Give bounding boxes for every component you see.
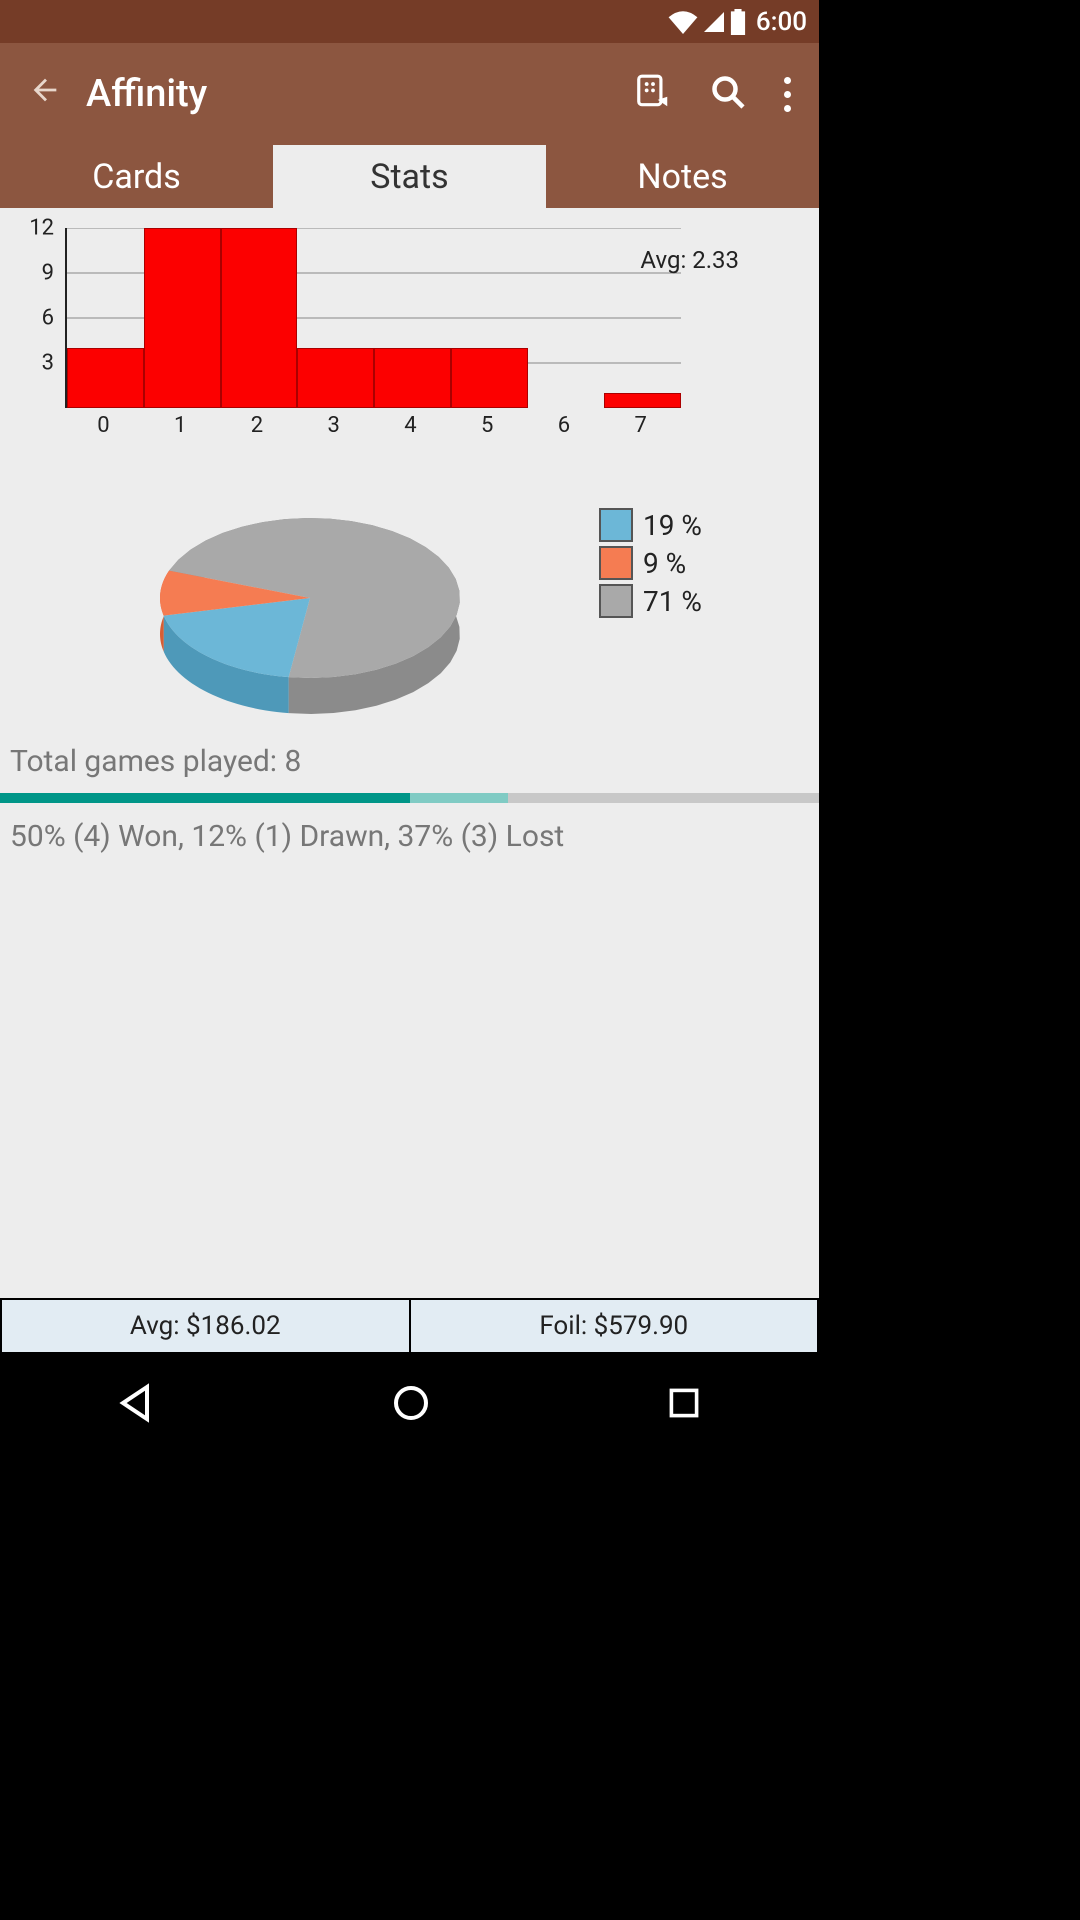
- nav-home-icon[interactable]: [391, 1383, 431, 1427]
- x-tick: 7: [602, 413, 679, 438]
- x-tick: 4: [372, 413, 449, 438]
- y-tick: 3: [42, 351, 54, 376]
- price-row: Avg: $186.02 Foil: $579.90: [0, 1298, 819, 1354]
- nav-back-icon[interactable]: [117, 1383, 157, 1427]
- bar: [297, 348, 374, 408]
- legend-label: 71 %: [643, 585, 702, 618]
- bar-chart-annotation: Avg: 2.33: [640, 246, 739, 274]
- bar: [67, 348, 144, 408]
- legend-label: 19 %: [643, 509, 702, 542]
- legend-swatch: [599, 584, 633, 618]
- x-tick: 1: [142, 413, 219, 438]
- legend-item: 19 %: [599, 508, 799, 542]
- status-time: 6:00: [756, 7, 807, 37]
- bar: [221, 228, 298, 408]
- legend-item: 9 %: [599, 546, 799, 580]
- legend-swatch: [599, 546, 633, 580]
- y-tick: 6: [42, 306, 54, 331]
- deck-action-icon[interactable]: [634, 73, 672, 115]
- x-tick: 3: [295, 413, 372, 438]
- x-tick: 5: [449, 413, 526, 438]
- games-breakdown-text: 50% (4) Won, 12% (1) Drawn, 37% (3) Lost: [0, 803, 819, 868]
- android-nav-bar: [0, 1354, 819, 1456]
- bar: [144, 228, 221, 408]
- bar: [451, 348, 528, 408]
- tab-bar: Cards Stats Notes: [0, 145, 819, 208]
- back-button[interactable]: [12, 73, 78, 116]
- y-tick: 12: [29, 216, 54, 241]
- status-bar: 6:00: [0, 0, 819, 43]
- legend-item: 71 %: [599, 584, 799, 618]
- search-icon[interactable]: [710, 74, 746, 114]
- page-title: Affinity: [86, 72, 634, 116]
- cell-signal-icon: [702, 10, 726, 34]
- app-bar: Affinity: [0, 43, 819, 145]
- tab-stats[interactable]: Stats: [273, 145, 546, 208]
- bar-chart: 36912 Avg: 2.33 01234567: [0, 208, 819, 458]
- bar: [374, 348, 451, 408]
- y-tick: 9: [42, 261, 54, 286]
- tab-notes[interactable]: Notes: [546, 145, 819, 208]
- battery-icon: [730, 9, 746, 35]
- bar: [604, 393, 681, 408]
- price-foil[interactable]: Foil: $579.90: [411, 1300, 818, 1352]
- wifi-icon: [668, 10, 698, 34]
- price-avg[interactable]: Avg: $186.02: [2, 1300, 411, 1352]
- x-tick: 0: [65, 413, 142, 438]
- games-progress-bar: [0, 793, 819, 803]
- total-games-text: Total games played: 8: [0, 728, 819, 793]
- tab-cards[interactable]: Cards: [0, 145, 273, 208]
- overflow-menu-icon[interactable]: [784, 77, 791, 112]
- x-tick: 2: [219, 413, 296, 438]
- legend-label: 9 %: [643, 547, 686, 580]
- legend-swatch: [599, 508, 633, 542]
- x-tick: 6: [526, 413, 603, 438]
- pie-chart: 19 % 9 % 71 %: [0, 458, 819, 728]
- nav-recent-icon[interactable]: [666, 1385, 702, 1425]
